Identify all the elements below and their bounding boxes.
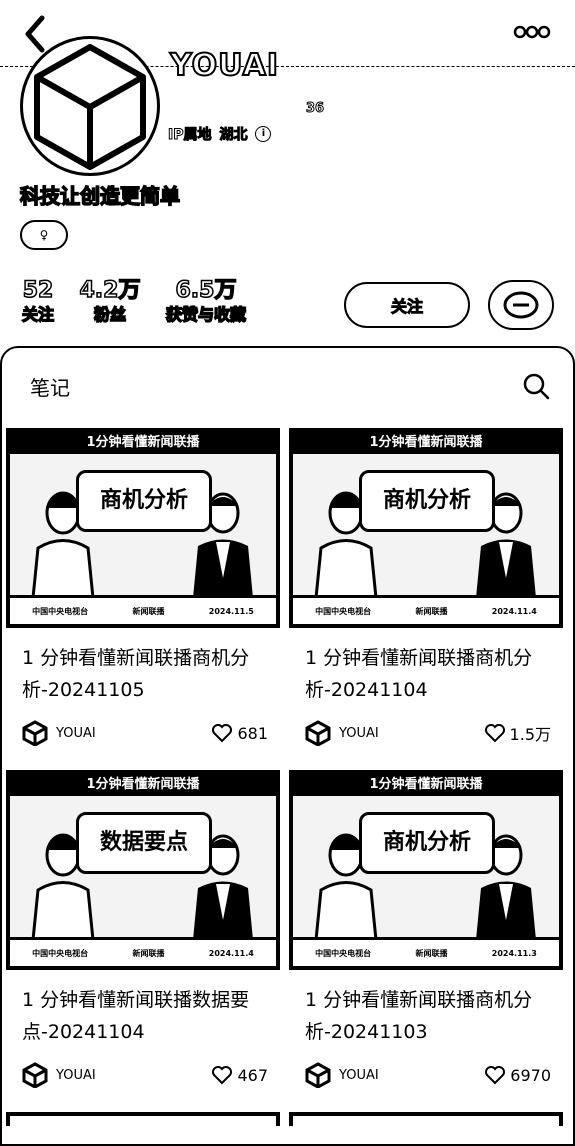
author-avatar-icon — [22, 1062, 48, 1088]
ticker-date: 2024.11.5 — [208, 606, 254, 616]
note-author: YOUAI — [339, 1067, 379, 1083]
search-button[interactable] — [522, 372, 550, 400]
ticker-date: 2024.11.3 — [491, 948, 537, 958]
gender-badge: ♀ — [20, 220, 68, 250]
note-thumbnail: 1分钟看懂新闻联播 商机分析 中国中央电视台 新闻联播 2024.11.4 — [289, 428, 563, 628]
heart-icon — [212, 724, 233, 743]
note-author: YOUAI — [56, 1067, 96, 1083]
note-title: 1 分钟看懂新闻联播商机分析-20241105 — [22, 647, 250, 701]
stat-value: 4.2万 — [79, 277, 141, 304]
more-dots-icon — [513, 25, 551, 39]
note-card[interactable]: 1分钟看懂新闻联播 商机分析 中国中央电视台 新闻联播 2024.11.4 1 … — [289, 428, 563, 746]
thumbnail-overlay-label: 商机分析 — [359, 470, 495, 532]
stat-following[interactable]: 52 关注 — [18, 277, 58, 326]
note-title: 1 分钟看懂新闻联播数据要点-20241104 — [22, 989, 250, 1043]
thumbnail-overlay-label: 商机分析 — [359, 812, 495, 874]
ticker-channel: 中国中央电视台 — [32, 948, 89, 958]
like-button[interactable]: 681 — [211, 723, 268, 743]
tab-notes[interactable]: 笔记 — [30, 372, 70, 401]
thumbnail-overlay-label: 数据要点 — [76, 812, 212, 874]
stat-followers[interactable]: 4.2万 粉丝 — [78, 277, 142, 326]
like-button[interactable]: 6970 — [484, 1065, 551, 1085]
ip-location-row: IP属地 湖北 i — [167, 124, 272, 144]
stat-label: 粉丝 — [93, 304, 127, 325]
heart-icon — [212, 1066, 233, 1085]
heart-icon — [485, 1066, 506, 1085]
profile-id: 36 — [305, 101, 325, 117]
author-avatar-icon — [305, 720, 331, 746]
ticker-date: 2024.11.4 — [208, 948, 254, 958]
like-button[interactable]: 467 — [211, 1065, 268, 1085]
gender-icon: ♀ — [39, 228, 49, 242]
note-card-partial[interactable] — [6, 1112, 280, 1126]
thumbnail-overlay-label: 商机分析 — [76, 470, 212, 532]
note-author: YOUAI — [339, 725, 379, 741]
note-card[interactable]: 1分钟看懂新闻联播 商机分析 中国中央电视台 新闻联播 2024.11.3 1 … — [289, 770, 563, 1088]
ticker-channel: 中国中央电视台 — [315, 948, 372, 958]
note-thumbnail: 1分钟看懂新闻联播 商机分析 中国中央电视台 新闻联播 2024.11.3 — [289, 770, 563, 970]
chevron-left-icon — [25, 15, 45, 53]
thumbnail-ticker: 中国中央电视台 新闻联播 2024.11.5 — [10, 595, 276, 624]
note-footer: YOUAI 467 — [22, 1062, 268, 1088]
chat-bubble-icon — [503, 291, 539, 319]
author-avatar-icon — [305, 1062, 331, 1088]
note-thumbnail: 1分钟看懂新闻联播 数据要点 中国中央电视台 新闻联播 2024.11.4 — [6, 770, 280, 970]
ip-label: IP属地 — [167, 127, 212, 144]
note-author: YOUAI — [56, 725, 96, 741]
info-icon[interactable]: i — [255, 126, 272, 142]
stat-value: 6.5万 — [175, 277, 237, 304]
follow-button[interactable]: 关注 — [344, 282, 470, 328]
author-avatar-icon — [22, 720, 48, 746]
like-button[interactable]: 1.5万 — [484, 721, 551, 745]
message-button[interactable] — [488, 280, 554, 330]
thumbnail-ticker: 中国中央电视台 新闻联播 2024.11.4 — [10, 937, 276, 966]
profile-name: YOUAI — [169, 47, 279, 84]
ticker-program: 新闻联播 — [415, 606, 448, 616]
stat-value: 52 — [22, 277, 54, 304]
thumbnail-ticker: 中国中央电视台 新闻联播 2024.11.3 — [293, 937, 559, 966]
note-title: 1 分钟看懂新闻联播商机分析-20241103 — [305, 989, 533, 1043]
stat-likes-saves[interactable]: 6.5万 获赞与收藏 — [160, 277, 252, 326]
note-footer: YOUAI 681 — [22, 720, 268, 746]
stat-label: 获赞与收藏 — [165, 304, 247, 325]
like-count: 1.5万 — [509, 725, 551, 744]
ticker-channel: 中国中央电视台 — [315, 606, 372, 616]
note-footer: YOUAI 1.5万 — [305, 720, 551, 746]
profile-bio: 科技让创造更简单 — [19, 183, 181, 209]
ticker-channel: 中国中央电视台 — [32, 606, 89, 616]
ticker-program: 新闻联播 — [132, 606, 165, 616]
note-card-partial[interactable] — [289, 1112, 563, 1126]
note-thumbnail: 1分钟看懂新闻联播 商机分析 中国中央电视台 新闻联播 2024.11.5 — [6, 428, 280, 628]
search-icon — [523, 373, 550, 400]
note-card[interactable]: 1分钟看懂新闻联播 商机分析 中国中央电视台 新闻联播 2024.11.5 1 … — [6, 428, 280, 746]
ticker-program: 新闻联播 — [132, 948, 165, 958]
thumbnail-banner: 1分钟看懂新闻联播 — [10, 774, 276, 796]
note-card[interactable]: 1分钟看懂新闻联播 数据要点 中国中央电视台 新闻联播 2024.11.4 1 … — [6, 770, 280, 1088]
note-footer: YOUAI 6970 — [305, 1062, 551, 1088]
more-button[interactable] — [512, 22, 552, 42]
heart-icon — [484, 724, 505, 743]
ticker-program: 新闻联播 — [415, 948, 448, 958]
back-button[interactable] — [18, 14, 52, 54]
ticker-date: 2024.11.4 — [491, 606, 537, 616]
avatar[interactable] — [20, 36, 160, 176]
cube-logo-icon — [34, 44, 146, 170]
thumbnail-banner: 1分钟看懂新闻联播 — [293, 774, 559, 796]
stat-label: 关注 — [21, 304, 55, 325]
like-count: 6970 — [510, 1065, 551, 1085]
note-title: 1 分钟看懂新闻联播商机分析-20241104 — [305, 647, 533, 701]
ip-location: 湖北 — [219, 127, 248, 144]
like-count: 681 — [237, 723, 268, 743]
thumbnail-ticker: 中国中央电视台 新闻联播 2024.11.4 — [293, 595, 559, 624]
thumbnail-banner: 1分钟看懂新闻联播 — [293, 432, 559, 454]
like-count: 467 — [237, 1065, 268, 1085]
thumbnail-banner: 1分钟看懂新闻联播 — [10, 432, 276, 454]
